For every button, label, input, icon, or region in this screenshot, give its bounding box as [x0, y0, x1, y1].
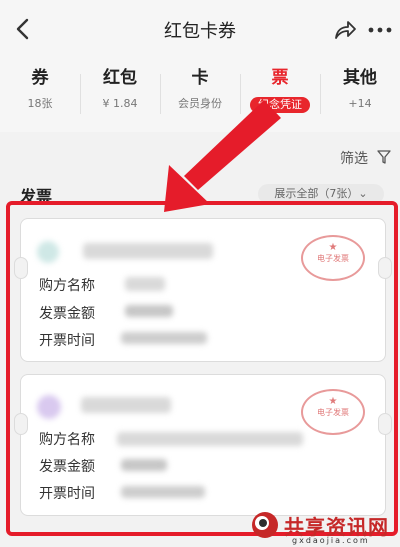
watermark-logo-icon — [252, 512, 278, 538]
site-watermark: 共享资讯网 gxdaojia.com — [250, 510, 400, 547]
watermark-url: gxdaojia.com — [292, 536, 370, 545]
annotation-arrow — [164, 100, 281, 212]
